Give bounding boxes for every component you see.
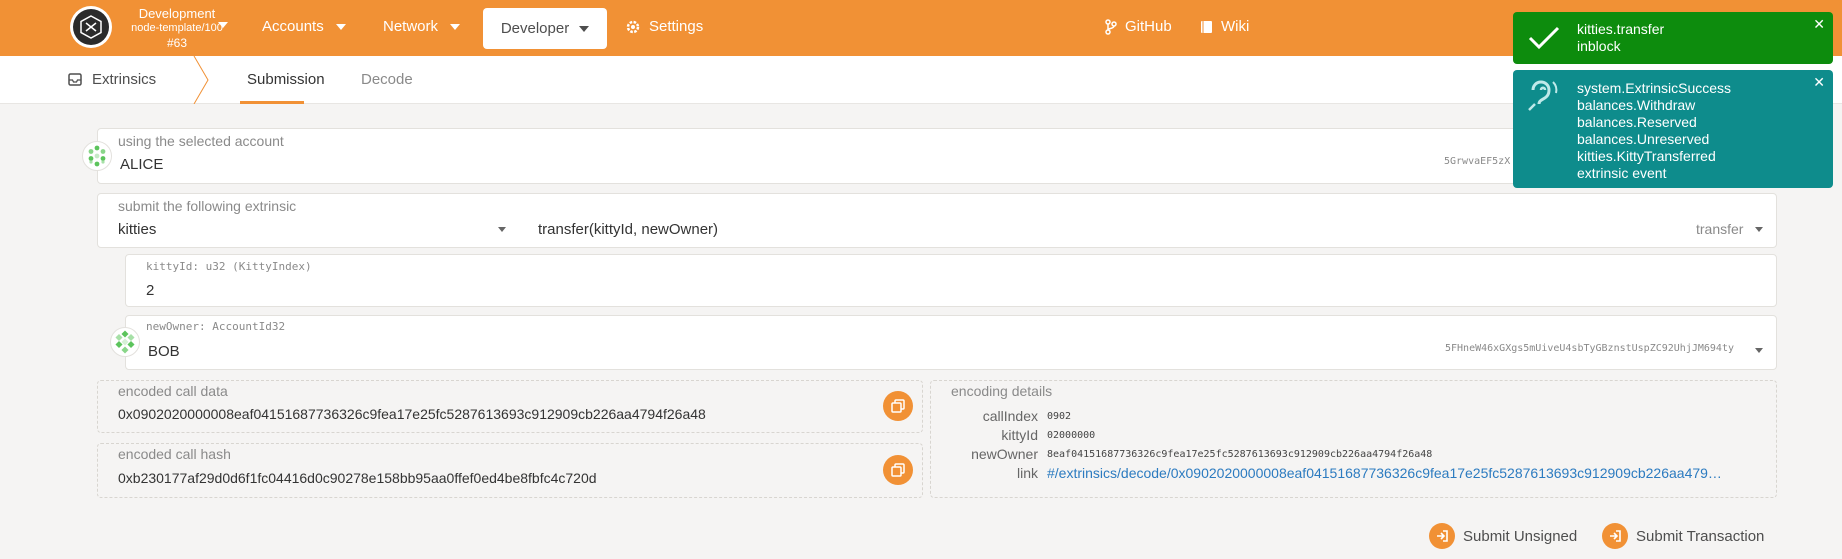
toast-transfer-title: kitties.transfer: [1577, 21, 1665, 37]
copy-icon: [891, 399, 905, 413]
module-select[interactable]: kitties: [118, 221, 156, 238]
copy-call-data-button[interactable]: [883, 391, 913, 421]
nav-wiki-label: Wiki: [1221, 18, 1250, 35]
code-branch-icon: [1105, 18, 1117, 35]
chevron-down-icon[interactable]: [218, 22, 228, 28]
newowner-name: BOB: [148, 343, 180, 360]
encoding-value-callindex: 0902: [1047, 411, 1072, 422]
toast-event-line: balances.Reserved: [1577, 114, 1697, 130]
encoded-call-data-label: encoded call data: [118, 383, 228, 399]
submit-transaction-button[interactable]: Submit Transaction: [1602, 523, 1764, 549]
encoding-key-newowner: newOwner: [971, 446, 1038, 462]
extrinsics-section: Extrinsics: [68, 71, 156, 88]
alice-identicon[interactable]: [82, 141, 112, 171]
checkmark-icon: [1528, 26, 1560, 50]
bob-identicon[interactable]: [110, 327, 140, 357]
nav-network-label: Network: [383, 18, 439, 35]
call-select[interactable]: transfer(kittyId, newOwner): [538, 221, 718, 238]
toast-event-line: balances.Unreserved: [1577, 131, 1710, 147]
chain-block-number: #63: [166, 36, 188, 50]
nav-developer[interactable]: Developer: [483, 8, 607, 49]
encoding-details-box: encoding details callIndex 0902 kittyId …: [930, 380, 1777, 498]
chevron-down-icon[interactable]: [1755, 348, 1763, 353]
chevron-down-icon: [450, 23, 461, 30]
nav-accounts[interactable]: Accounts: [262, 18, 346, 35]
encoded-call-hash-label: encoded call hash: [118, 446, 231, 462]
substrate-logo-icon: [73, 9, 109, 45]
toast-event-line: kitties.KittyTransferred: [1577, 148, 1716, 164]
chain-name: Development: [138, 6, 216, 21]
call-method-name: transfer: [1696, 221, 1744, 237]
assistive-listening-icon: [1528, 80, 1558, 111]
newowner-address: 5FHneW46xGXgs5mUiveU4sbTyGBznstUspZC92Uh…: [1445, 343, 1734, 354]
encoded-call-hash-value: 0xb230177af29d0d6f1fc04416d0c90278e158bb…: [118, 470, 597, 486]
nav-developer-label: Developer: [500, 20, 570, 37]
extrinsic-label: submit the following extrinsic: [118, 198, 297, 214]
nav-github[interactable]: GitHub: [1105, 18, 1172, 35]
encoded-call-data-value: 0x0902020000008eaf04151687736326c9fea17e…: [118, 406, 706, 422]
chain-runtime: node-template/100: [131, 22, 223, 34]
inbox-icon: [68, 73, 82, 86]
close-icon[interactable]: ✕: [1813, 74, 1825, 91]
copy-icon: [891, 463, 905, 477]
chevron-down-icon: [579, 25, 590, 32]
toast-event-line: system.ExtrinsicSuccess: [1577, 80, 1732, 96]
gear-icon: [626, 20, 640, 33]
encoded-call-data-box: encoded call data 0x0902020000008eaf0415…: [97, 380, 923, 433]
chevron-down-icon[interactable]: [1755, 227, 1763, 232]
chevron-down-icon: [335, 23, 346, 30]
close-icon[interactable]: ✕: [1813, 16, 1825, 33]
encoding-key-callindex: callIndex: [982, 408, 1038, 424]
encoding-value-kittyid: 02000000: [1047, 430, 1096, 441]
sign-in-icon: [1602, 523, 1628, 549]
account-label: using the selected account: [118, 133, 284, 149]
sign-in-icon: [1429, 523, 1455, 549]
newowner-label: newOwner: AccountId32: [146, 320, 286, 333]
book-icon: [1201, 20, 1212, 33]
breadcrumb-separator: [193, 56, 209, 104]
nav-github-label: GitHub: [1125, 18, 1172, 35]
tab-decode[interactable]: Decode: [361, 71, 413, 88]
account-name: ALICE: [120, 156, 164, 173]
nav-settings-label: Settings: [649, 18, 704, 35]
chain-logo[interactable]: [70, 6, 112, 48]
param-kittyid: kittyId: u32 (KittyIndex) 2: [125, 254, 1777, 307]
encoding-key-link: link: [1016, 465, 1038, 481]
kittyid-label: kittyId: u32 (KittyIndex): [146, 260, 312, 273]
nav-accounts-label: Accounts: [262, 18, 324, 35]
encoded-call-hash-box: encoded call hash 0xb230177af29d0d6f1fc0…: [97, 443, 923, 498]
toast-transfer-inblock: kitties.transfer inblock ✕: [1513, 12, 1833, 64]
submit-transaction-label: Submit Transaction: [1636, 527, 1765, 545]
nav-network[interactable]: Network: [383, 18, 461, 35]
encoding-key-kittyid: kittyId: [1001, 427, 1038, 443]
toast-transfer-status: inblock: [1577, 38, 1621, 54]
decode-link[interactable]: #/extrinsics/decode/0x0902020000008eaf04…: [1047, 465, 1747, 481]
chevron-down-icon[interactable]: [498, 227, 506, 232]
toast-extrinsic-events: system.ExtrinsicSuccess balances.Withdra…: [1513, 70, 1833, 188]
toast-event-status: extrinsic event: [1577, 165, 1667, 181]
submit-unsigned-button[interactable]: Submit Unsigned: [1429, 523, 1577, 549]
copy-call-hash-button[interactable]: [883, 455, 913, 485]
encoding-details-label: encoding details: [951, 383, 1053, 399]
extrinsic-selector: submit the following extrinsic kitties t…: [97, 193, 1777, 248]
chain-info[interactable]: Development node-template/100 #63: [122, 6, 232, 51]
active-tab-indicator: [240, 101, 304, 104]
toast-event-line: balances.Withdraw: [1577, 97, 1696, 113]
tab-submission[interactable]: Submission: [247, 71, 325, 88]
nav-settings[interactable]: Settings: [625, 18, 703, 35]
encoding-value-newowner: 8eaf04151687736326c9fea17e25fc5287613693…: [1047, 449, 1433, 460]
submit-unsigned-label: Submit Unsigned: [1463, 527, 1578, 545]
nav-wiki[interactable]: Wiki: [1200, 18, 1249, 35]
extrinsics-label: Extrinsics: [92, 71, 157, 88]
account-address: 5GrwvaEF5zX: [1444, 156, 1511, 167]
kittyid-input[interactable]: 2: [146, 282, 154, 299]
param-newowner[interactable]: newOwner: AccountId32 BOB 5FHneW46xGXgs5…: [125, 315, 1777, 370]
